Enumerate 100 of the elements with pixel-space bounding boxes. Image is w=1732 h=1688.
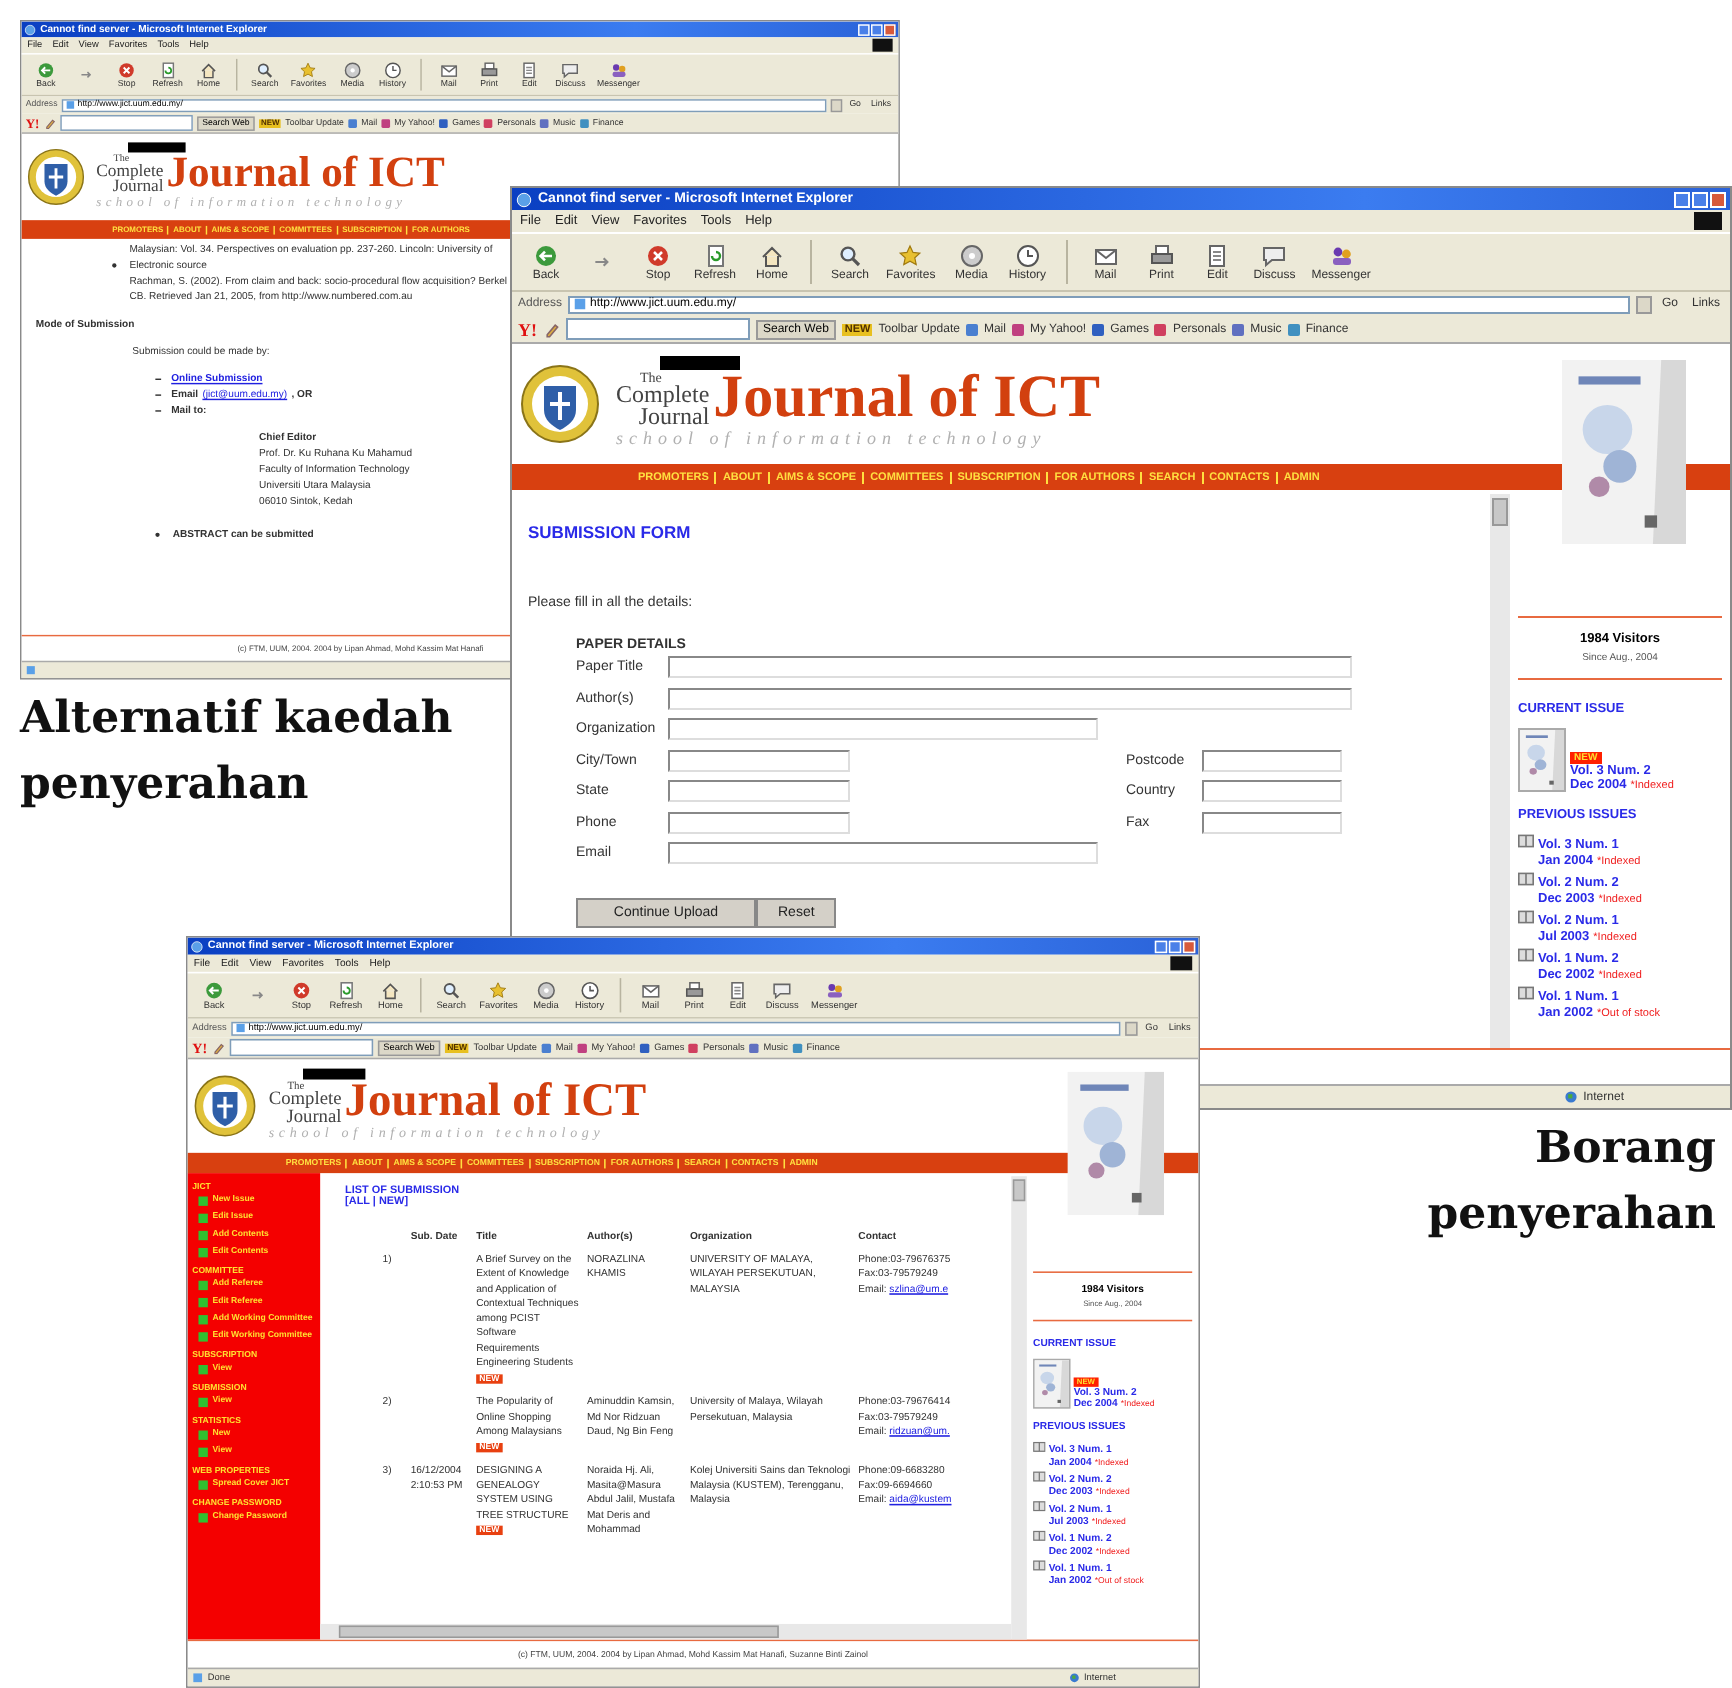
site-title: Journal of ICT [344, 1077, 647, 1125]
book-icon [1033, 1471, 1046, 1482]
toolbar-logo[interactable]: Y! [518, 319, 537, 339]
square-icon [1232, 323, 1245, 335]
home-icon [381, 980, 400, 1000]
stop-icon [117, 61, 136, 79]
horizontal-scrollbar[interactable] [320, 1623, 1012, 1640]
people-icon [609, 61, 628, 79]
logo-text: Journal [112, 178, 164, 195]
square-icon [749, 1042, 759, 1053]
form-heading: SUBMISSION FORM [528, 522, 693, 542]
logo-text: Journal [286, 1107, 342, 1125]
book-icon [1033, 1530, 1046, 1542]
disc-icon [959, 243, 984, 267]
square-icon [1287, 323, 1300, 335]
caption: Alternatif kaedah penyerahan [20, 690, 455, 814]
search-field[interactable] [565, 318, 749, 340]
windows-logo-icon [1170, 956, 1193, 971]
close-button[interactable] [884, 23, 896, 36]
square-icon [540, 118, 549, 128]
browser-icon [24, 23, 36, 36]
star-icon [489, 980, 508, 1000]
book-icon [1518, 948, 1534, 962]
document-icon [728, 980, 748, 1000]
book-icon [1033, 1560, 1046, 1571]
vertical-scrollbar[interactable] [1490, 494, 1510, 1048]
input-field[interactable] [1202, 749, 1342, 772]
browser-icon [190, 939, 204, 953]
input-field[interactable] [668, 780, 850, 803]
star-icon [299, 61, 318, 79]
book-icon [1518, 986, 1534, 1000]
square-icon [577, 1042, 587, 1053]
site-subtitle: school of information technology [616, 427, 1049, 448]
minimize-button[interactable] [1154, 939, 1168, 953]
input-field[interactable] [1202, 811, 1342, 834]
minimize-button[interactable] [1674, 191, 1690, 207]
square-icon [1011, 323, 1024, 335]
people-icon [1329, 243, 1354, 267]
square-icon [381, 118, 391, 128]
windows-logo-icon [1694, 212, 1722, 230]
square-icon [1154, 323, 1167, 335]
search-field[interactable] [228, 1038, 373, 1057]
input-field[interactable] [668, 656, 1352, 679]
square-icon [439, 118, 448, 128]
clock-icon [383, 61, 402, 79]
search-icon [838, 243, 863, 267]
forward-arrow-icon[interactable] [79, 67, 94, 82]
logo-text: Complete [268, 1091, 342, 1108]
windows-logo-icon [872, 38, 893, 52]
square-icon [1092, 323, 1105, 335]
input-field[interactable] [668, 718, 1098, 741]
input-field[interactable] [668, 687, 1352, 710]
pencil-icon[interactable] [543, 321, 559, 337]
speech-bubble-icon [561, 61, 579, 79]
logo-text: Complete [616, 384, 710, 407]
input-field[interactable] [668, 842, 1098, 865]
clock-icon [580, 980, 599, 1000]
caption: Borang penyerahan [1425, 1120, 1716, 1244]
dropdown-button[interactable] [1635, 295, 1652, 313]
redaction-bar [128, 142, 186, 153]
square-icon [198, 1213, 208, 1224]
envelope-icon [440, 61, 458, 79]
forward-arrow-icon[interactable] [592, 252, 612, 272]
crest-icon [27, 148, 85, 206]
search-field[interactable] [59, 115, 193, 131]
disc-icon [343, 61, 361, 79]
input-field[interactable] [668, 749, 850, 772]
home-icon [200, 61, 218, 79]
square-icon [640, 1042, 650, 1053]
close-button[interactable] [1182, 939, 1196, 953]
square-icon [198, 1430, 208, 1440]
book-icon [1518, 834, 1534, 848]
maximize-button[interactable] [1168, 939, 1182, 953]
close-button[interactable] [1710, 191, 1726, 207]
square-icon [198, 1365, 208, 1375]
book-icon [1518, 872, 1534, 886]
maximize-button[interactable] [1692, 191, 1708, 207]
square-icon [792, 1042, 802, 1053]
square-icon [198, 1447, 208, 1458]
input-field[interactable] [668, 811, 850, 834]
page-icon [192, 1672, 204, 1684]
input-field[interactable] [1202, 780, 1342, 803]
square-icon [198, 1196, 208, 1206]
home-icon [760, 243, 785, 267]
dropdown-button[interactable] [830, 98, 843, 112]
star-icon [898, 243, 923, 267]
minimize-button[interactable] [858, 23, 870, 36]
disc-icon [536, 980, 556, 1000]
globe-icon [1563, 1090, 1578, 1104]
square-icon [348, 118, 357, 128]
dropdown-button[interactable] [1125, 1021, 1138, 1036]
refresh-icon [703, 243, 727, 267]
book-icon [1033, 1500, 1046, 1512]
maximize-button[interactable] [871, 23, 883, 36]
vertical-scrollbar[interactable] [1011, 1176, 1027, 1640]
stop-icon [292, 980, 311, 1000]
forward-arrow-icon[interactable] [249, 987, 266, 1004]
redaction-bar [303, 1068, 366, 1080]
square-icon [198, 1513, 208, 1523]
refresh-icon [158, 61, 177, 79]
